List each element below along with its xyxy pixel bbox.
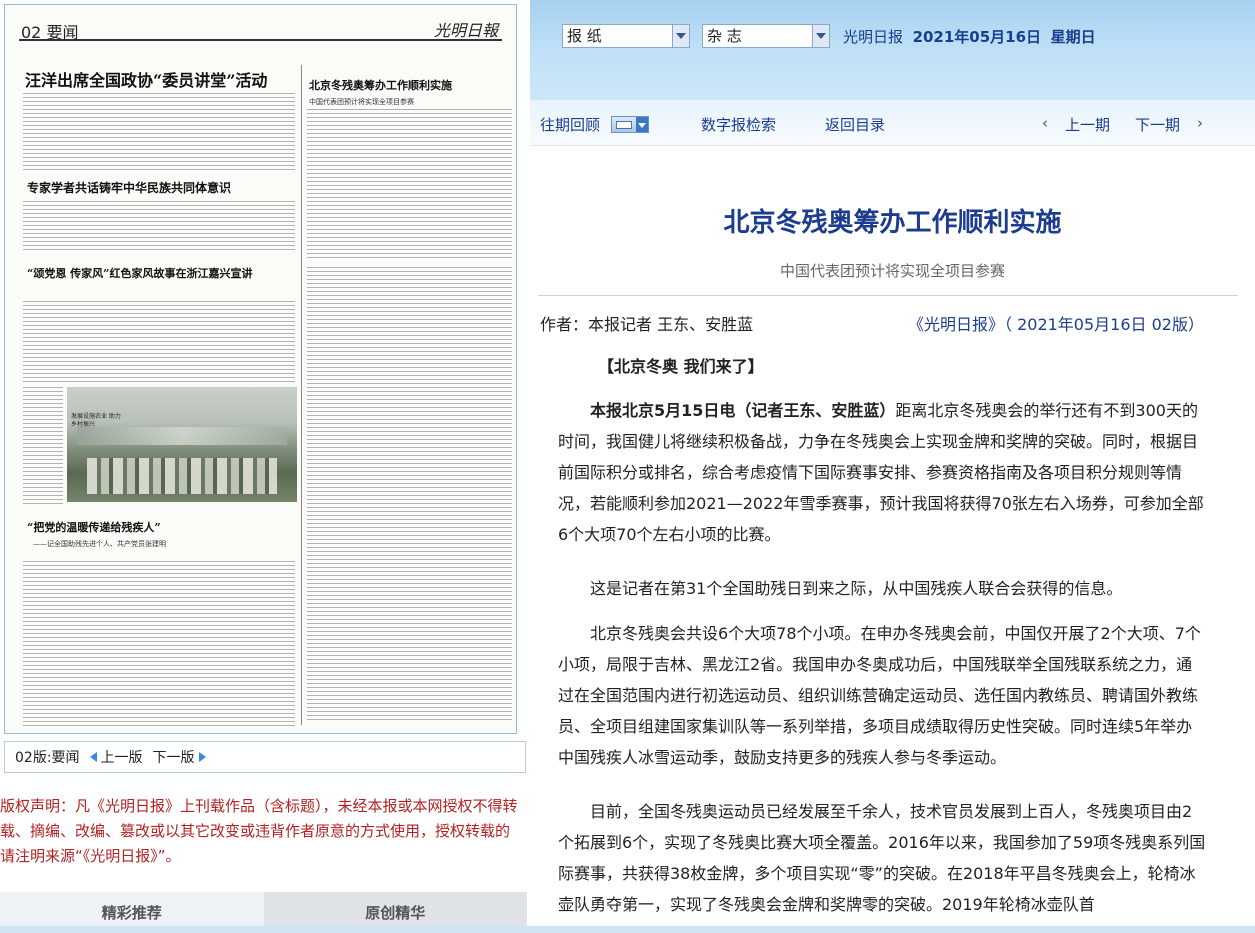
article-text-block	[307, 267, 512, 722]
photo-caption: 发展设施农业 助力乡村振兴	[71, 413, 121, 428]
left-panel: 02 要闻 光明日報 汪洋出席全国政协“委员讲堂”活动 专家学者共话铸牢中华民族…	[0, 0, 530, 933]
paragraph-text: 距离北京冬残奥会的举行还有不到300天的时间，我国健儿将继续积极备战，力争在冬残…	[558, 401, 1204, 544]
magazine-select-value: 杂 志	[707, 27, 742, 45]
next-edition-label: 下一版	[152, 750, 195, 766]
calendar-dropdown-button[interactable]	[611, 116, 649, 133]
arrow-left-icon	[89, 752, 97, 762]
headline-3[interactable]: 专家学者共话铸牢中华民族共同体意识	[27, 179, 231, 196]
page-masthead: 02 要闻 光明日報	[19, 19, 502, 42]
headline-4[interactable]: “颂党恩 传家风”红色家风故事在浙江嘉兴宣讲	[27, 265, 252, 281]
chevron-down-icon	[672, 25, 689, 47]
headline-2[interactable]: 北京冬残奥筹办工作顺利实施	[309, 77, 452, 93]
chevron-left-icon: ‹	[1042, 114, 1048, 132]
prev-edition-label: 上一版	[100, 750, 143, 766]
prev-edition-link[interactable]: 上一版	[89, 747, 143, 767]
back-to-contents-link[interactable]: 返回目录	[825, 114, 885, 135]
headline-5[interactable]: “把党的温暖传递给残疾人”	[27, 519, 161, 535]
divider	[538, 295, 1238, 296]
digital-search-link[interactable]: 数字报检索	[701, 114, 776, 135]
article-section-tag: 【北京冬奥 我们来了】	[598, 357, 764, 376]
newspaper-select-value: 报 纸	[567, 27, 602, 45]
next-edition-link[interactable]: 下一版	[153, 747, 206, 767]
article-paragraph: 目前，全国冬残奥运动员已经发展至千余人，技术官员发展到上百人，冬残奥项目由2个拓…	[558, 802, 1206, 914]
article-text-block	[23, 301, 295, 383]
page-number: 02 要闻	[21, 23, 79, 42]
dateline: 本报北京5月15日电（记者王东、安胜蓝）	[590, 401, 896, 420]
paper-name: 光明日报	[843, 28, 904, 46]
calendar-icon	[616, 121, 632, 129]
chevron-down-icon	[812, 25, 829, 47]
article-paragraph: 北京冬残奥会共设6个大项78个小项。在申办冬残奥会前，中国仅开展了2个大项、7个…	[558, 624, 1201, 767]
bottom-scrollbar[interactable]	[0, 926, 1255, 933]
navigation-bar: 往期回顾 数字报检索 返回目录 ‹ 上一期 下一期 ›	[530, 100, 1255, 146]
article-panel: 北京冬残奥筹办工作顺利实施 中国代表团预计将实现全项目参赛 作者：本报记者 王东…	[530, 147, 1255, 933]
subhead-2: ——记全国助残先进个人、共产党员张建明	[33, 540, 166, 548]
chevron-right-icon: ›	[1197, 114, 1203, 132]
paper-date-line: 光明日报 2021年05月16日 星期日	[843, 26, 1096, 47]
paper-logo: 光明日報	[433, 21, 498, 40]
article-subtitle: 中国代表团预计将实现全项目参赛	[779, 262, 1005, 280]
article-source[interactable]: 《光明日报》（ 2021年05月16日 02版）	[908, 311, 1204, 335]
news-photo[interactable]	[67, 387, 297, 502]
article-author: 作者：本报记者 王东、安胜蓝	[540, 315, 754, 334]
article-paragraph: 这是记者在第31个全国助残日到来之际，从中国残疾人联合会获得的信息。	[590, 579, 1123, 598]
article-text-block	[23, 561, 295, 727]
issue-weekday: 星期日	[1050, 28, 1096, 46]
magazine-select[interactable]: 杂 志	[702, 24, 830, 48]
article-title: 北京冬残奥筹办工作顺利实施	[723, 208, 1062, 238]
arrow-right-icon	[198, 752, 206, 762]
copyright-notice: 版权声明：凡《光明日报》上刊载作品（含标题），未经本报或本网授权不得转载、摘编、…	[0, 797, 518, 865]
article-paragraph: 本报北京5月15日电（记者王东、安胜蓝）距离北京冬残奥会的举行还有不到300天的…	[558, 395, 1208, 550]
column-divider	[301, 65, 302, 725]
newspaper-page-image[interactable]: 02 要闻 光明日報 汪洋出席全国政协“委员讲堂”活动 专家学者共话铸牢中华民族…	[4, 4, 517, 734]
article-text-block	[23, 93, 295, 173]
archive-link[interactable]: 往期回顾	[540, 114, 600, 135]
article-text-block	[23, 387, 63, 505]
issue-date: 2021年05月16日	[912, 28, 1042, 46]
headline-1[interactable]: 汪洋出席全国政协“委员讲堂”活动	[25, 67, 267, 91]
subhead-1: 中国代表团预计将实现全项目参赛	[309, 98, 414, 106]
prev-issue-link[interactable]: 上一期	[1065, 114, 1110, 135]
article-text-block	[23, 201, 295, 253]
next-issue-link[interactable]: 下一期	[1135, 114, 1180, 135]
edition-bar: 02版:要闻 上一版 下一版	[4, 741, 526, 773]
newspaper-select[interactable]: 报 纸	[562, 24, 690, 48]
chevron-down-icon	[636, 117, 648, 132]
edition-label: 02版:要闻	[15, 750, 80, 766]
top-bar: 报 纸 杂 志 光明日报 2021年05月16日 星期日	[530, 0, 1255, 100]
article-text-block	[307, 109, 512, 259]
